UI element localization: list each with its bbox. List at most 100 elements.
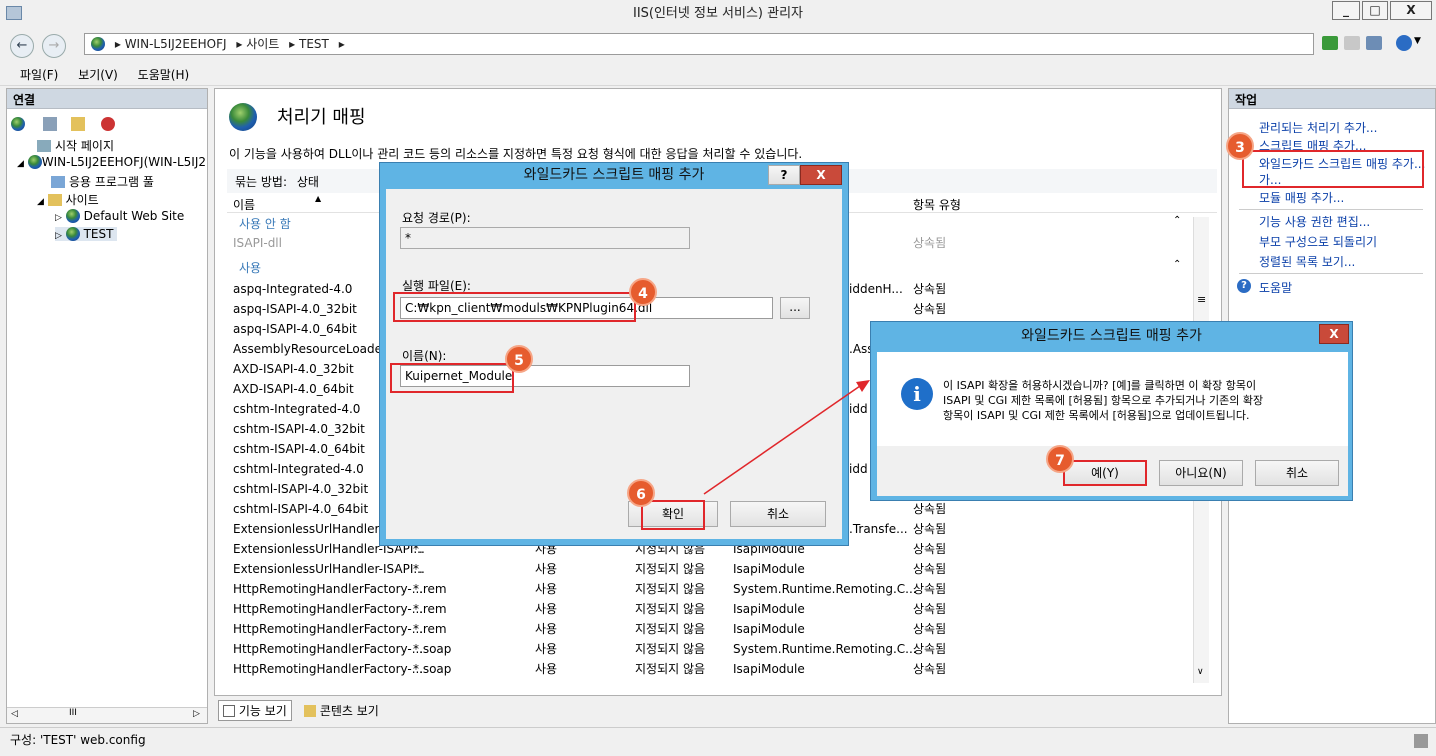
- scroll-down-icon[interactable]: ∨: [1197, 667, 1204, 677]
- row-name: AXD-ISAPI-4.0_64bit: [233, 382, 354, 396]
- breadcrumb-server[interactable]: WIN-L5IJ2EEHOFJ: [125, 37, 227, 51]
- back-arrow-icon[interactable]: ←: [10, 34, 34, 58]
- row-type: 지정되지 않음: [635, 662, 706, 676]
- row-path: *.: [413, 562, 423, 576]
- request-path-field: *: [400, 227, 690, 249]
- status-text: 구성: 'TEST' web.config: [10, 733, 146, 747]
- breadcrumb-sites[interactable]: 사이트: [246, 37, 279, 51]
- dialog-close-button[interactable]: X: [800, 165, 842, 185]
- address-breadcrumb[interactable]: ▸ WIN-L5IJ2EEHOFJ ▸ 사이트 ▸ TEST ▸: [84, 33, 1314, 55]
- help-icon[interactable]: [1396, 35, 1412, 51]
- menu-help[interactable]: 도움말(H): [130, 62, 198, 87]
- row-path: *.soap: [413, 642, 452, 656]
- row-name: cshtm-Integrated-4.0: [233, 402, 361, 416]
- forward-arrow-icon[interactable]: →: [42, 34, 66, 58]
- action-edit-feature-permissions[interactable]: 기능 사용 권한 편집...: [1259, 213, 1370, 230]
- dialog-title: 와일드카드 스크립트 매핑 추가: [1021, 328, 1202, 344]
- row-entry-type: 상속됨: [913, 302, 947, 316]
- connections-toolbar: [11, 115, 121, 133]
- action-view-ordered-list[interactable]: 정렬된 목록 보기...: [1259, 253, 1355, 270]
- browse-button[interactable]: ...: [780, 297, 810, 319]
- group-by-value[interactable]: 상태: [297, 175, 319, 189]
- table-row[interactable]: HttpRemotingHandlerFactory-... *.rem 사용 지정되…: [233, 599, 1193, 619]
- highlight-wildcard-action: [1242, 150, 1424, 188]
- action-revert-to-parent[interactable]: 부모 구성으로 되돌리기: [1259, 233, 1377, 250]
- table-row[interactable]: ExtensionlessUrlHandler-ISAPI... *. 사용 지정되지…: [233, 559, 1193, 579]
- horizontal-scrollbar[interactable]: ◁ III ▷: [7, 707, 207, 723]
- step-badge-6: 6: [627, 479, 655, 507]
- row-state: 사용: [535, 562, 558, 576]
- scroll-left-icon[interactable]: ◁: [11, 709, 18, 719]
- row-entry-type: 상속됨: [913, 642, 947, 656]
- collapse-group-icon[interactable]: ⌃: [1173, 259, 1181, 270]
- menu-file[interactable]: 파일(F): [12, 62, 66, 87]
- refresh-icon[interactable]: [1322, 36, 1338, 50]
- collapse-icon[interactable]: ◢: [37, 197, 44, 207]
- view-tabs: 기능 보기 콘텐츠 보기: [214, 698, 1222, 724]
- row-state: 사용: [535, 602, 558, 616]
- row-entry-type: 상속됨: [913, 522, 947, 536]
- scroll-grip-icon[interactable]: ≡: [1197, 293, 1206, 306]
- minimize-button[interactable]: _: [1332, 1, 1360, 20]
- tab-features-view[interactable]: 기능 보기: [218, 700, 292, 721]
- row-entry-type: 상속됨: [913, 562, 947, 576]
- step-badge-5: 5: [505, 345, 533, 373]
- no-button[interactable]: 아니요(N): [1159, 460, 1243, 486]
- collapse-icon[interactable]: ◢: [17, 159, 24, 169]
- close-button[interactable]: X: [1390, 1, 1432, 20]
- maximize-button[interactable]: □: [1362, 1, 1388, 20]
- tree-default-web-site[interactable]: ▷ Default Web Site: [55, 209, 184, 223]
- tree-app-pools[interactable]: 응용 프로그램 풀: [51, 173, 154, 190]
- dialog-message-area: i 이 ISAPI 확장을 허용하시겠습니까? [예]를 클릭하면 이 확장 항…: [877, 352, 1348, 446]
- resize-grip-icon[interactable]: [1414, 734, 1428, 748]
- row-handler: IsapiModule: [733, 662, 805, 676]
- table-row[interactable]: HttpRemotingHandlerFactory-... *.soap 사용 지정…: [233, 639, 1193, 659]
- table-row[interactable]: HttpRemotingHandlerFactory-... *.soap 사용 지정…: [233, 659, 1193, 679]
- row-entry-type: 상속됨: [913, 282, 947, 296]
- table-row[interactable]: HttpRemotingHandlerFactory-... *.rem 사용 지정되…: [233, 579, 1193, 599]
- stop-icon[interactable]: [1344, 36, 1360, 50]
- highlight-name: [390, 363, 514, 393]
- col-entry-type-header[interactable]: 항목 유형: [913, 196, 961, 213]
- tree-start-page[interactable]: 시작 페이지: [37, 137, 114, 154]
- breadcrumb-test[interactable]: TEST: [299, 37, 329, 51]
- highlight-ok: [641, 500, 705, 530]
- action-add-managed-handler[interactable]: 관리되는 처리기 추가...: [1259, 119, 1377, 136]
- tree-sites[interactable]: ◢ 사이트: [37, 191, 99, 208]
- col-name-header[interactable]: 이름: [233, 196, 255, 213]
- cancel-button[interactable]: 취소: [1255, 460, 1339, 486]
- row-path: *.rem: [413, 602, 447, 616]
- expand-icon[interactable]: ▷: [55, 213, 62, 223]
- row-type: 지정되지 않음: [635, 642, 706, 656]
- collapse-group-icon[interactable]: ⌃: [1173, 215, 1181, 226]
- connect-icon[interactable]: [11, 117, 25, 131]
- row-handler: .Transfe...: [849, 522, 908, 536]
- row-name: cshtml-ISAPI-4.0_64bit: [233, 502, 369, 516]
- table-row[interactable]: HttpRemotingHandlerFactory-... *.rem 사용 지정되…: [233, 619, 1193, 639]
- row-type: 지정되지 않음: [635, 602, 706, 616]
- chevron-down-icon[interactable]: ▼: [1414, 36, 1421, 46]
- tree-server[interactable]: ◢ WIN-L5IJ2EEHOFJ(WIN-L5IJ2: [17, 155, 206, 169]
- dialog-close-button[interactable]: X: [1319, 324, 1349, 344]
- name-label: 이름(N):: [402, 349, 447, 363]
- action-help[interactable]: 도움말: [1259, 279, 1292, 296]
- save-icon[interactable]: [43, 117, 57, 131]
- row-name: ExtensionlessUrlHandler-Int: [233, 522, 399, 536]
- row-state: 사용: [535, 582, 558, 596]
- scroll-right-icon[interactable]: ▷: [193, 709, 200, 719]
- row-state: 사용: [535, 642, 558, 656]
- scroll-thumb[interactable]: III: [69, 708, 77, 718]
- home-icon[interactable]: [1366, 36, 1382, 50]
- dialog-help-button[interactable]: ?: [768, 165, 800, 185]
- menu-view[interactable]: 보기(V): [70, 62, 126, 87]
- expand-icon[interactable]: ▷: [55, 231, 62, 241]
- connections-pane: 연결 시작 페이지 ◢ WIN-L5IJ2EEHOFJ(WIN-L5IJ2 응용…: [6, 88, 208, 724]
- tree-test-site[interactable]: ▷ TEST: [55, 227, 118, 241]
- group-by-label: 묶는 방법:: [235, 175, 288, 189]
- content-view-icon: [304, 705, 316, 717]
- folder-up-icon[interactable]: [71, 117, 85, 131]
- tab-content-view[interactable]: 콘텐츠 보기: [300, 701, 383, 720]
- action-add-module-map[interactable]: 모듈 매핑 추가...: [1259, 189, 1344, 206]
- disconnect-icon[interactable]: [101, 117, 115, 131]
- row-handler: iddenH...: [849, 282, 903, 296]
